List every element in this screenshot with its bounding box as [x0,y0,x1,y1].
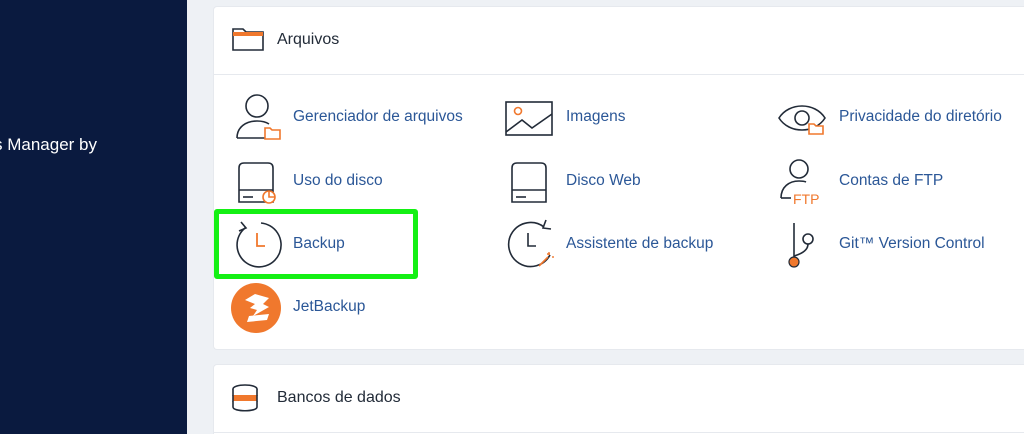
panel-title: Bancos de dados [277,389,401,406]
databases-panel: Bancos de dados [213,364,1024,434]
app-git-version-control[interactable]: Git™ Version Control [777,217,1024,273]
disk-usage-icon [231,154,287,210]
file-manager-icon [231,90,287,146]
databases-panel-header[interactable]: Bancos de dados [214,365,1024,433]
sidebar-item-manager[interactable]: s Manager by [0,135,97,155]
app-label: Contas de FTP [839,172,944,189]
directory-privacy-icon [777,90,833,146]
app-backup[interactable]: Backup [231,217,491,273]
backup-icon [231,217,287,273]
app-backup-wizard[interactable]: Assistente de backup [504,217,764,273]
files-panel: Arquivos Gerenciador de arquivos Imagens [213,6,1024,350]
sidebar: t s Manager by [0,0,187,434]
app-label: Disco Web [566,172,641,189]
app-images[interactable]: Imagens [504,90,764,146]
panel-title: Arquivos [277,31,340,48]
web-disk-icon [504,154,560,210]
app-ftp-accounts[interactable]: FTP Contas de FTP [777,154,1024,210]
backup-wizard-icon [504,217,560,273]
files-panel-header[interactable]: Arquivos [214,7,1024,75]
app-label: Imagens [566,108,626,125]
app-label: Gerenciador de arquivos [293,108,463,125]
app-label: Backup [293,235,345,252]
app-label: Privacidade do diretório [839,108,1002,125]
ftp-accounts-icon: FTP [777,154,833,210]
app-label: JetBackup [293,298,366,315]
folder-icon [231,25,265,58]
images-icon [504,90,560,146]
database-icon [231,383,261,418]
app-label: Assistente de backup [566,235,714,252]
app-disk-usage[interactable]: Uso do disco [231,154,491,210]
app-directory-privacy[interactable]: Privacidade do diretório [777,90,1024,146]
app-label: Git™ Version Control [839,235,985,252]
git-icon [777,217,833,273]
app-label: Uso do disco [293,172,383,189]
app-web-disk[interactable]: Disco Web [504,154,764,210]
app-jetbackup[interactable]: JetBackup [231,280,491,336]
jetbackup-icon [231,280,287,336]
ftp-icon-text: FTP [793,191,819,207]
app-file-manager[interactable]: Gerenciador de arquivos [231,90,491,146]
